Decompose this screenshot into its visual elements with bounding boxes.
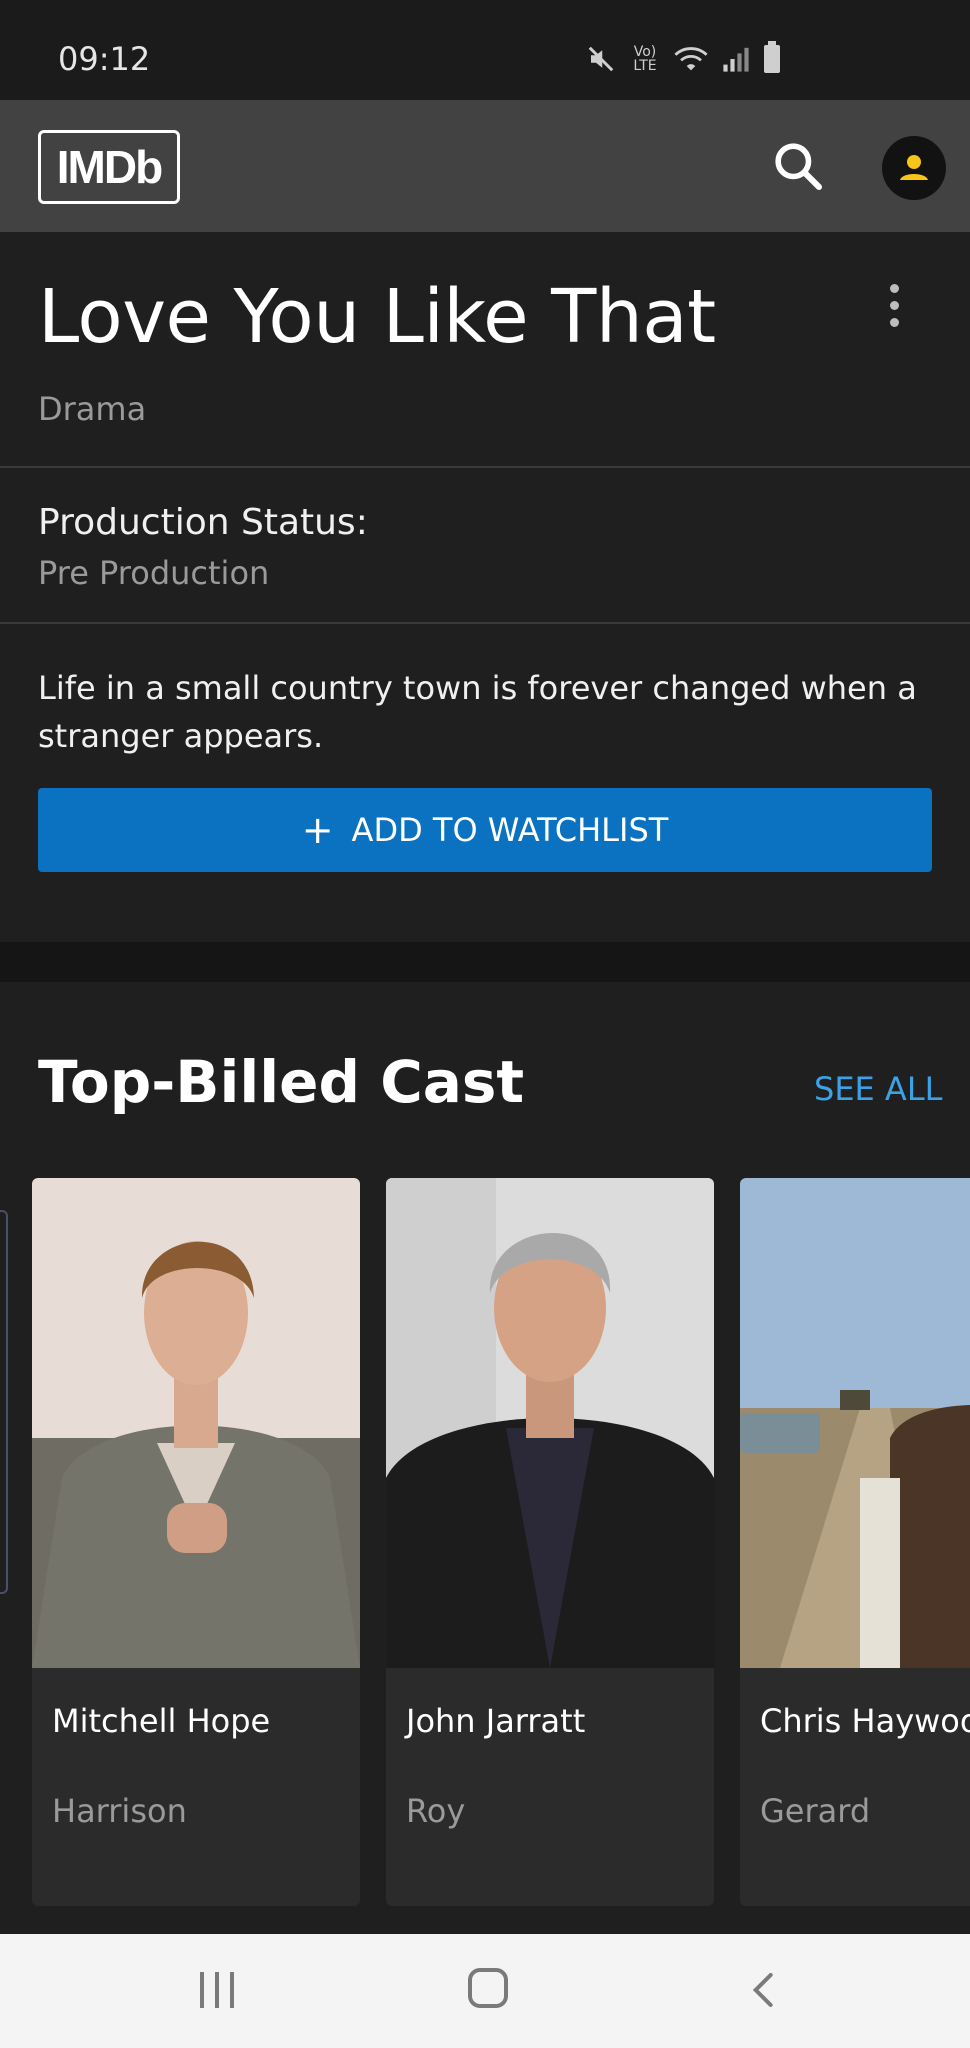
- status-icons: Vo) LTE: [586, 41, 780, 74]
- cast-role: Roy: [406, 1792, 466, 1830]
- cast-photo: [740, 1178, 970, 1668]
- divider: [0, 466, 970, 468]
- cast-photo: [386, 1178, 714, 1668]
- plot-summary: Life in a small country town is forever …: [38, 669, 917, 755]
- divider: [0, 622, 970, 624]
- app-header: IMDb: [0, 100, 970, 232]
- add-to-watchlist-label: ADD TO WATCHLIST: [351, 811, 669, 849]
- plus-icon: +: [301, 808, 334, 852]
- add-to-watchlist-button[interactable]: + ADD TO WATCHLIST: [38, 788, 932, 872]
- previous-card-edge[interactable]: [0, 1210, 8, 1594]
- account-button[interactable]: [882, 136, 946, 200]
- cast-role: Gerard: [760, 1792, 871, 1830]
- cast-card[interactable]: Chris Haywood Gerard: [740, 1178, 970, 1906]
- cast-name: Chris Haywood: [760, 1702, 970, 1740]
- page: 09:12 Vo) LTE IMDb Love You Like That Dr…: [0, 0, 970, 2048]
- cast-role: Harrison: [52, 1792, 187, 1830]
- recent-apps-icon[interactable]: [198, 1972, 236, 2008]
- cast-name: John Jarratt: [406, 1702, 586, 1740]
- search-icon[interactable]: [770, 138, 826, 194]
- production-status-label: Production Status:: [38, 502, 368, 543]
- genre-label[interactable]: Drama: [38, 390, 146, 428]
- cast-section: Top-Billed Cast SEE ALL Mitchell Hope Ha…: [0, 982, 970, 1936]
- signal-icon: [723, 47, 749, 72]
- status-time: 09:12: [58, 40, 151, 78]
- more-options-icon[interactable]: [880, 284, 908, 344]
- page-title: Love You Like That: [38, 274, 716, 360]
- cast-photo: [32, 1178, 360, 1668]
- see-all-link[interactable]: SEE ALL: [814, 1070, 942, 1108]
- cast-card[interactable]: Mitchell Hope Harrison: [32, 1178, 360, 1906]
- status-bar: 09:12 Vo) LTE: [0, 0, 970, 100]
- volte-icon: Vo) LTE: [633, 44, 657, 74]
- wifi-icon: [674, 47, 708, 71]
- cast-name: Mitchell Hope: [52, 1702, 271, 1740]
- home-icon[interactable]: [468, 1968, 508, 2008]
- mute-icon: [588, 46, 614, 72]
- imdb-logo[interactable]: IMDb: [38, 130, 180, 204]
- section-gap: [0, 942, 970, 982]
- system-nav-bar: [0, 1934, 970, 2048]
- cast-heading: Top-Billed Cast: [38, 1048, 525, 1116]
- account-icon: [900, 155, 928, 180]
- title-section: Love You Like That Drama: [0, 232, 970, 468]
- production-status-value: Pre Production: [38, 554, 270, 592]
- back-icon[interactable]: [744, 1968, 784, 2012]
- cast-card[interactable]: John Jarratt Roy: [386, 1178, 714, 1906]
- battery-icon: [764, 41, 780, 73]
